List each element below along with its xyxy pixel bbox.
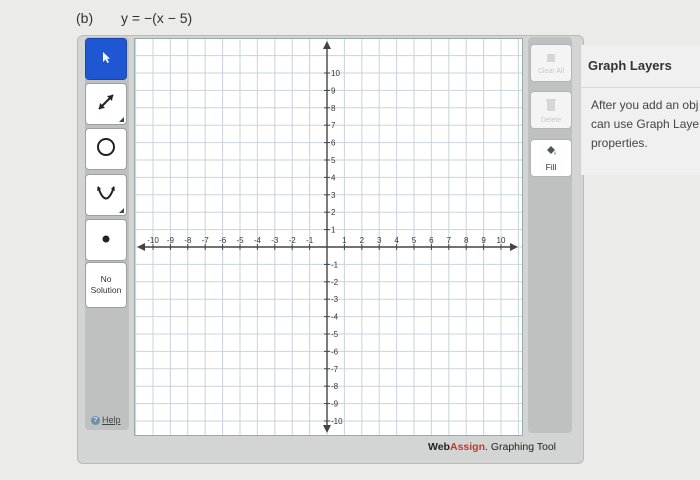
x-tick-label: -6 — [219, 236, 227, 245]
y-tick-label: -8 — [331, 382, 339, 391]
x-tick-label: 3 — [377, 236, 382, 245]
x-tick-label: 4 — [394, 236, 399, 245]
y-axis-arrow-up — [323, 41, 331, 49]
help-link[interactable]: ? Help — [91, 415, 121, 425]
y-tick-label: -10 — [331, 417, 343, 426]
parabola-tool-icon — [93, 180, 119, 211]
x-tick-label: 7 — [447, 236, 452, 245]
y-tick-label: -4 — [331, 313, 339, 322]
y-tick-label: 1 — [331, 226, 336, 235]
y-tick-label: -3 — [331, 295, 339, 304]
y-tick-label: 5 — [331, 156, 336, 165]
x-axis-arrow-right — [510, 243, 518, 251]
x-tick-label: -4 — [254, 236, 262, 245]
x-tick-label: -10 — [147, 236, 159, 245]
delete-button[interactable]: Delete — [530, 91, 572, 129]
problem-equation: y = −(x − 5) — [121, 10, 193, 26]
line-tool-icon — [93, 89, 119, 120]
x-tick-label: 6 — [429, 236, 434, 245]
x-tick-label: 2 — [360, 236, 365, 245]
y-axis-arrow-down — [323, 425, 331, 433]
x-tick-label: 5 — [412, 236, 417, 245]
graph-area[interactable]: -10 -9 -8 -7 -6 -5 -4 -3 -2 -1 1 2 3 4 5 6 7 8 9 10 10 9 8 7 6 5 4… — [134, 38, 523, 436]
y-tick-label: 7 — [331, 121, 336, 130]
delete-label: Delete — [540, 116, 562, 124]
problem-statement: (b) y = −(x − 5) — [76, 10, 192, 26]
y-tick-label: -5 — [331, 330, 339, 339]
tool-options-corner — [119, 117, 124, 122]
problem-part-label: (b) — [76, 10, 94, 26]
fill-button[interactable]: Fill — [530, 139, 572, 177]
x-tick-label: -5 — [236, 236, 244, 245]
x-tick-label: -8 — [184, 236, 192, 245]
x-tick-label: 1 — [342, 236, 347, 245]
clear-all-button[interactable]: Clear All — [530, 44, 572, 82]
no-solution-label-line2: Solution — [90, 285, 122, 295]
coordinate-grid[interactable]: -10 -9 -8 -7 -6 -5 -4 -3 -2 -1 1 2 3 4 5 6 7 8 9 10 10 9 8 7 6 5 4… — [135, 39, 522, 435]
graph-layers-help-text: After you add an obj can use Graph Laye … — [591, 98, 700, 150]
x-tick-label: 8 — [464, 236, 469, 245]
line-tool-button[interactable] — [85, 83, 127, 125]
pointer-arrow-icon — [99, 50, 113, 69]
graph-layers-divider — [580, 87, 700, 88]
x-tick-label: -1 — [306, 236, 314, 245]
y-tick-label: -7 — [331, 365, 339, 374]
y-tick-label: -9 — [331, 400, 339, 409]
brand-web: Web — [428, 441, 450, 453]
parabola-tool-button[interactable] — [85, 174, 127, 216]
fill-label: Fill — [545, 162, 557, 172]
y-tick-label: 4 — [331, 173, 336, 182]
x-tick-label: -7 — [202, 236, 210, 245]
help-icon: ? — [91, 415, 100, 425]
point-tool-button[interactable] — [85, 219, 127, 261]
clear-all-label: Clear All — [537, 67, 565, 75]
clear-all-icon — [545, 52, 557, 66]
x-tick-label: 10 — [497, 236, 506, 245]
brand-suffix: . Graphing Tool — [485, 441, 557, 453]
x-tick-label: 9 — [481, 236, 486, 245]
trash-icon — [544, 97, 558, 115]
x-tick-label: -9 — [167, 236, 175, 245]
y-tick-label: 8 — [331, 104, 336, 113]
y-tick-label: -1 — [331, 260, 339, 269]
point-tool-icon — [101, 231, 111, 249]
y-tick-label: 9 — [331, 86, 336, 95]
x-axis-arrow-left — [137, 243, 145, 251]
paint-bucket-icon — [544, 144, 558, 160]
y-tick-label: -2 — [331, 278, 339, 287]
no-solution-button[interactable]: No Solution — [85, 262, 127, 308]
y-tick-label: 10 — [331, 69, 340, 78]
circle-tool-icon — [93, 134, 119, 165]
y-tick-label: -6 — [331, 347, 339, 356]
circle-tool-button[interactable] — [85, 128, 127, 170]
help-label: Help — [102, 415, 121, 425]
graph-layers-title: Graph Layers — [588, 58, 672, 73]
brand-assign: Assign — [449, 441, 485, 453]
graphing-tool-brand: WebAssign. Graphing Tool — [428, 441, 556, 453]
no-solution-label-line1: No — [100, 274, 112, 284]
pointer-tool-button[interactable] — [85, 38, 127, 80]
x-tick-label: -3 — [271, 236, 279, 245]
y-tick-label: 6 — [331, 139, 336, 148]
tool-options-corner — [119, 208, 124, 213]
y-tick-label: 2 — [331, 208, 336, 217]
x-tick-label: -2 — [289, 236, 297, 245]
y-tick-label: 3 — [331, 191, 336, 200]
